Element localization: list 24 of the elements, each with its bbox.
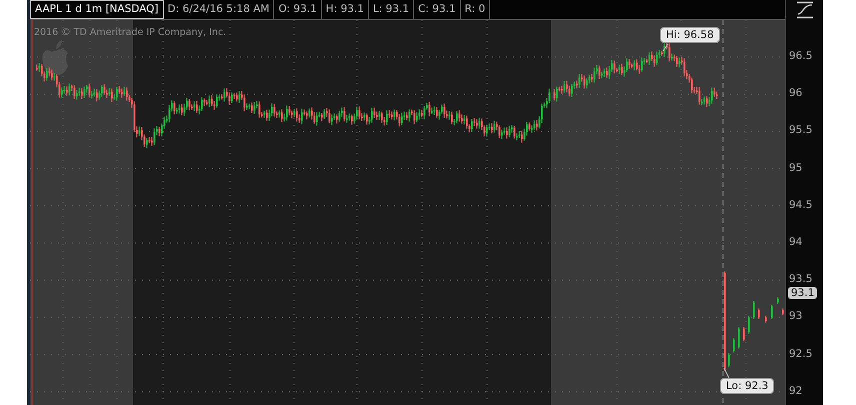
last-price-tag: 93.1 [788, 287, 818, 299]
leader-line [662, 44, 668, 52]
axis-label: 95 [789, 162, 802, 174]
copyright-text: 2016 © TD Ameritrade IP Company, Inc. [34, 27, 226, 38]
axis-label: 93 [789, 310, 802, 322]
quote-field: H: 93.1 [322, 0, 369, 19]
axis-label: 92 [789, 384, 802, 397]
quote-field: O: 93.1 [274, 0, 322, 19]
quote-field: C: 93.1 [414, 0, 461, 19]
symbol-label: AAPL 1 d 1m [NASDAQ] [30, 0, 164, 19]
quote-field: L: 93.1 [368, 0, 414, 19]
axis-label: 94 [789, 236, 802, 248]
quote-field: R: 0 [460, 0, 490, 19]
low-callout: Lo: 92.3 [720, 378, 774, 394]
quote-field: D: 6/24/16 5:18 AM [164, 0, 274, 19]
axis-label: 95.5 [789, 124, 812, 136]
curve-icon[interactable] [794, 1, 814, 19]
axis-label: 92.5 [789, 348, 812, 360]
axis-label: 96.5 [789, 50, 812, 62]
leader-line [724, 368, 730, 378]
axis-label: 93.5 [789, 273, 812, 286]
high-callout: Hi: 96.58 [660, 27, 720, 43]
axis-label: 94.5 [789, 198, 812, 211]
axis-label: 96 [789, 87, 802, 100]
